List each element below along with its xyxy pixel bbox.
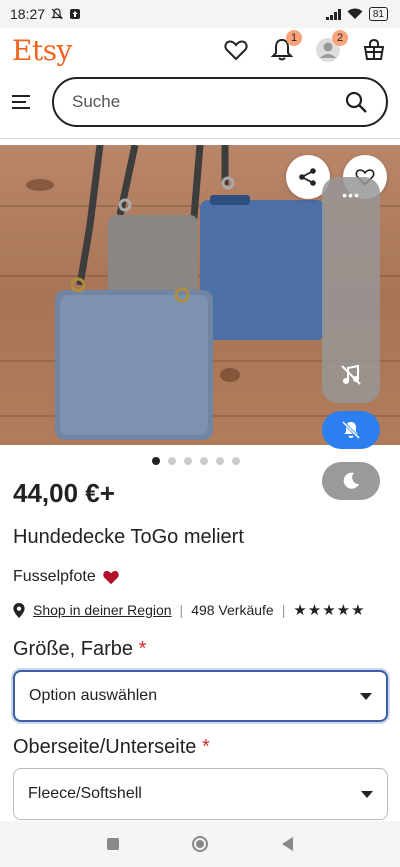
notifications-badge: 1	[286, 30, 302, 46]
account-badge: 2	[332, 30, 348, 46]
rating-stars[interactable]: ★★★★★	[293, 601, 365, 619]
cell-signal-icon	[325, 8, 341, 20]
panel-handle-icon[interactable]: •••	[322, 187, 380, 203]
option-label-size-color: Größe, Farbe *	[13, 638, 146, 661]
heart-filled-icon	[103, 570, 119, 585]
select-value: Option auswählen	[29, 687, 158, 704]
shop-region-link[interactable]: Shop in deiner Region	[33, 602, 172, 618]
search-icon[interactable]	[344, 90, 368, 114]
status-bar: 18:27 81	[0, 0, 400, 28]
hamburger-menu-icon[interactable]	[12, 90, 36, 114]
music-off-icon[interactable]	[339, 363, 363, 387]
carousel-dot[interactable]	[232, 457, 240, 465]
bell-off-icon	[341, 420, 361, 440]
carousel-dot[interactable]	[184, 457, 192, 465]
image-carousel-dots[interactable]	[152, 457, 240, 465]
carousel-dot[interactable]	[152, 457, 160, 465]
basket-icon	[363, 38, 385, 60]
battery-icon: 81	[368, 7, 388, 21]
meta-separator: |	[281, 602, 286, 618]
home-icon[interactable]	[192, 836, 209, 852]
header-divider	[0, 138, 400, 139]
notifications-button[interactable]: 1	[268, 30, 302, 64]
carousel-dot[interactable]	[200, 457, 208, 465]
floating-panel[interactable]: •••	[322, 177, 380, 403]
back-icon[interactable]	[282, 837, 294, 851]
moon-icon	[343, 472, 359, 489]
search-bar[interactable]	[52, 77, 388, 127]
option-label-top-bottom: Oberseite/Unterseite *	[13, 736, 210, 759]
favorites-button[interactable]	[222, 36, 250, 64]
account-button[interactable]: 2	[314, 30, 348, 64]
upload-app-icon	[70, 9, 81, 19]
wifi-icon	[347, 8, 363, 19]
shop-meta-row: Shop in deiner Region | 498 Verkäufe | ★…	[13, 601, 366, 619]
search-row	[0, 74, 400, 130]
location-pin-icon	[13, 602, 25, 618]
search-input[interactable]	[72, 92, 344, 112]
chevron-down-icon	[361, 790, 373, 798]
product-price: 44,00 €+	[13, 478, 115, 508]
required-mark: *	[138, 638, 147, 660]
carousel-dot[interactable]	[216, 457, 224, 465]
product-title: Hundedecke ToGo meliert	[13, 526, 244, 548]
dark-mode-button[interactable]	[322, 462, 380, 500]
option-label-text: Oberseite/Unterseite	[13, 736, 197, 758]
shop-name-row[interactable]: Fusselpfote	[13, 568, 120, 586]
sales-count: 498 Verkäufe	[191, 602, 274, 618]
etsy-logo[interactable]: Etsy	[12, 34, 72, 67]
mute-toggle-button[interactable]	[322, 411, 380, 449]
app-header: Etsy 1 2	[0, 28, 400, 72]
system-nav-bar	[0, 821, 400, 867]
required-mark: *	[201, 736, 210, 758]
cart-button[interactable]	[360, 36, 388, 64]
battery-level: 81	[372, 8, 384, 20]
recents-icon[interactable]	[106, 838, 119, 850]
select-value: Fleece/Softshell	[28, 785, 142, 802]
share-icon	[299, 168, 316, 186]
top-bottom-select[interactable]: Fleece/Softshell	[13, 768, 388, 820]
option-label-text: Größe, Farbe	[13, 638, 134, 660]
heart-icon	[224, 40, 248, 61]
carousel-dot[interactable]	[168, 457, 176, 465]
meta-separator: |	[179, 602, 184, 618]
status-time: 18:27	[10, 6, 46, 22]
shop-name[interactable]: Fusselpfote	[13, 568, 96, 586]
chevron-down-icon	[360, 692, 372, 700]
mute-notifications-icon	[51, 8, 63, 20]
size-color-select[interactable]: Option auswählen	[13, 670, 388, 722]
